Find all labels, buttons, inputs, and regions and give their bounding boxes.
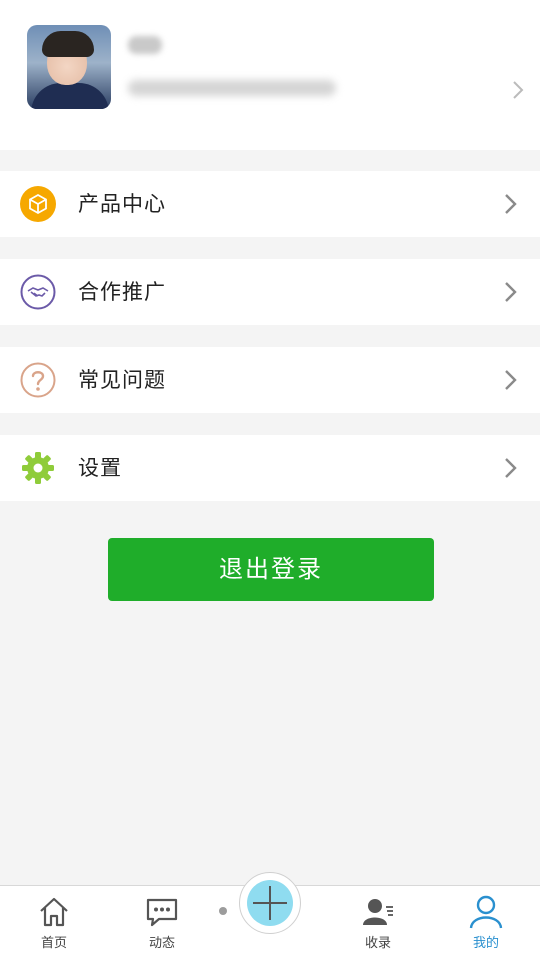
tab-collection[interactable]: 收录 (338, 886, 418, 960)
user-icon (469, 895, 503, 929)
menu-item-product-center[interactable]: 产品中心 (0, 171, 540, 237)
logout-button[interactable]: 退出登录 (108, 538, 434, 601)
home-icon (40, 897, 68, 927)
menu-item-label: 设置 (78, 456, 122, 480)
menu-item-label: 产品中心 (78, 192, 166, 216)
tab-label: 首页 (40, 936, 67, 951)
chevron-right-icon (505, 458, 517, 478)
avatar-body (31, 83, 109, 109)
chat-icon (146, 898, 178, 927)
gear-icon (22, 452, 54, 484)
tab-label: 我的 (472, 936, 499, 951)
handshake-icon (20, 274, 56, 310)
tab-mine[interactable]: 我的 (446, 886, 526, 960)
question-icon (20, 362, 56, 398)
add-button[interactable] (239, 872, 301, 934)
menu-item-faq[interactable]: 常见问题 (0, 347, 540, 413)
cube-icon (20, 186, 56, 222)
menu-item-settings[interactable]: 设置 (0, 435, 540, 501)
blurred-username (128, 36, 162, 54)
avatar-hair (42, 31, 94, 57)
tab-label: 动态 (148, 936, 175, 951)
chevron-right-icon (505, 282, 517, 302)
tab-label: 收录 (364, 936, 391, 951)
avatar[interactable] (27, 25, 111, 109)
menu-item-label: 常见问题 (78, 368, 166, 392)
chevron-right-icon (513, 81, 524, 99)
plus-icon (253, 886, 287, 920)
chevron-right-icon (505, 370, 517, 390)
chevron-right-icon (505, 194, 517, 214)
tab-home[interactable]: 首页 (14, 886, 94, 960)
add-button-inner (247, 880, 293, 926)
tab-activity[interactable]: 动态 (122, 886, 202, 960)
blurred-account-id (128, 80, 336, 96)
contacts-icon (363, 899, 393, 925)
indicator-dot (219, 907, 227, 915)
profile-header[interactable] (0, 0, 540, 150)
menu-item-label: 合作推广 (78, 280, 166, 304)
menu-item-promotion[interactable]: 合作推广 (0, 259, 540, 325)
